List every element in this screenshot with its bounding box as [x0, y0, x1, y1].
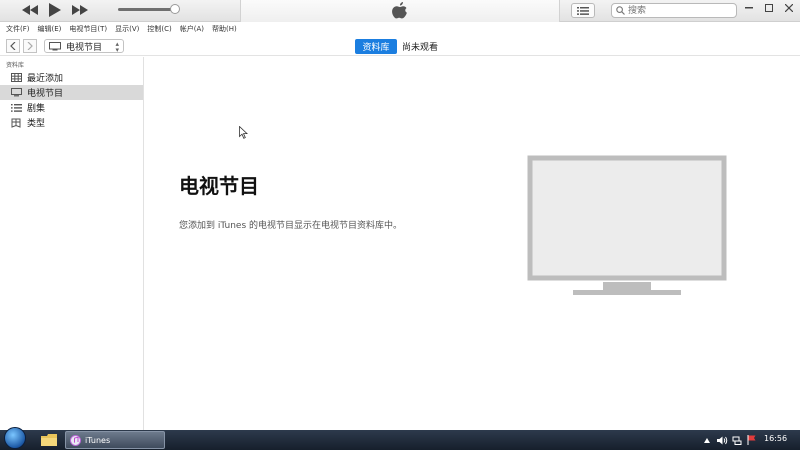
- toolbar: [0, 0, 800, 22]
- itunes-window: 文件(F) 编辑(E) 电视节目(T) 显示(V) 控制(C) 帐户(A) 帮助…: [0, 0, 800, 430]
- start-button[interactable]: [4, 427, 26, 449]
- taskbar-item-label: iTunes: [85, 435, 111, 445]
- back-button[interactable]: [6, 39, 20, 53]
- nav-bar: 电视节目 ▴ ▾ 资料库 尚未观看: [0, 36, 800, 56]
- show-hidden-icons-icon[interactable]: [703, 434, 711, 446]
- sidebar-item-tv-shows[interactable]: 电视节目: [0, 85, 143, 100]
- search-icon: [616, 6, 625, 15]
- close-icon: [785, 4, 793, 12]
- tv-icon: [10, 88, 22, 98]
- menu-account[interactable]: 帐户(A): [180, 24, 204, 34]
- sidebar-item-genres[interactable]: 类型: [0, 115, 143, 130]
- menu-view[interactable]: 显示(V): [115, 24, 139, 34]
- sidebar-item-label: 最近添加: [27, 74, 64, 84]
- list-icon: [10, 103, 22, 113]
- volume-slider[interactable]: [118, 8, 178, 11]
- maximize-icon: [765, 4, 773, 12]
- fast-forward-icon[interactable]: [70, 2, 90, 18]
- search-box[interactable]: [611, 3, 737, 18]
- menu-file[interactable]: 文件(F): [6, 24, 30, 34]
- chevron-left-icon: [10, 42, 16, 50]
- main-content: 电视节目 您添加到 iTunes 的电视节目显示在电视节目资料库中。: [144, 57, 800, 430]
- file-explorer-icon[interactable]: [38, 432, 60, 448]
- sidebar-item-episodes[interactable]: 剧集: [0, 100, 143, 115]
- taskbar-item-itunes[interactable]: iTunes: [65, 431, 165, 449]
- sidebar-item-label: 类型: [27, 119, 46, 129]
- forward-button[interactable]: [23, 39, 37, 53]
- page-title: 电视节目: [179, 174, 259, 198]
- list-view-button[interactable]: [571, 3, 595, 18]
- close-button[interactable]: [782, 1, 796, 15]
- mouse-cursor-icon: [239, 125, 249, 142]
- chevron-right-icon: [27, 42, 33, 50]
- genre-icon: [10, 118, 22, 128]
- sidebar-item-recently-added[interactable]: 最近添加: [0, 70, 143, 85]
- maximize-button[interactable]: [762, 1, 776, 15]
- list-view-icon: [577, 6, 589, 15]
- sidebar-item-label: 电视节目: [27, 89, 64, 99]
- menu-help[interactable]: 帮助(H): [212, 24, 237, 34]
- menu-bar: 文件(F) 编辑(E) 电视节目(T) 显示(V) 控制(C) 帐户(A) 帮助…: [0, 22, 800, 36]
- volume-slider-knob[interactable]: [170, 4, 180, 14]
- tab-unwatched[interactable]: 尚未观看: [402, 39, 438, 54]
- media-type-select[interactable]: 电视节目 ▴ ▾: [44, 39, 124, 54]
- taskbar-clock: 16:56: [764, 434, 788, 443]
- media-type-label: 电视节目: [66, 42, 103, 53]
- rewind-icon[interactable]: [20, 2, 40, 18]
- network-icon[interactable]: [731, 434, 743, 446]
- apple-logo-icon: [392, 2, 408, 23]
- itunes-icon: [70, 434, 81, 446]
- menu-edit[interactable]: 编辑(E): [38, 24, 62, 34]
- minimize-icon: [745, 7, 753, 9]
- menu-controls[interactable]: 控制(C): [147, 24, 171, 34]
- volume-icon[interactable]: [716, 434, 728, 446]
- sidebar-heading: 资料库: [6, 62, 25, 69]
- search-input[interactable]: [628, 4, 728, 17]
- sidebar: 资料库 最近添加 电视节目 剧集 类型: [0, 57, 144, 430]
- windows-taskbar: iTunes 16:56: [0, 427, 800, 450]
- menu-tv-shows[interactable]: 电视节目(T): [69, 24, 107, 34]
- sidebar-item-label: 剧集: [27, 104, 46, 114]
- action-center-flag-icon[interactable]: [745, 434, 757, 446]
- minimize-button[interactable]: [742, 1, 756, 15]
- tv-icon: [49, 41, 61, 50]
- tab-library[interactable]: 资料库: [355, 39, 397, 54]
- up-down-chevron-icon: ▴ ▾: [115, 40, 119, 54]
- play-icon[interactable]: [46, 2, 64, 18]
- empty-library-description: 您添加到 iTunes 的电视节目显示在电视节目资料库中。: [179, 221, 402, 231]
- grid-icon: [10, 73, 22, 83]
- tv-illustration-icon: [527, 155, 727, 300]
